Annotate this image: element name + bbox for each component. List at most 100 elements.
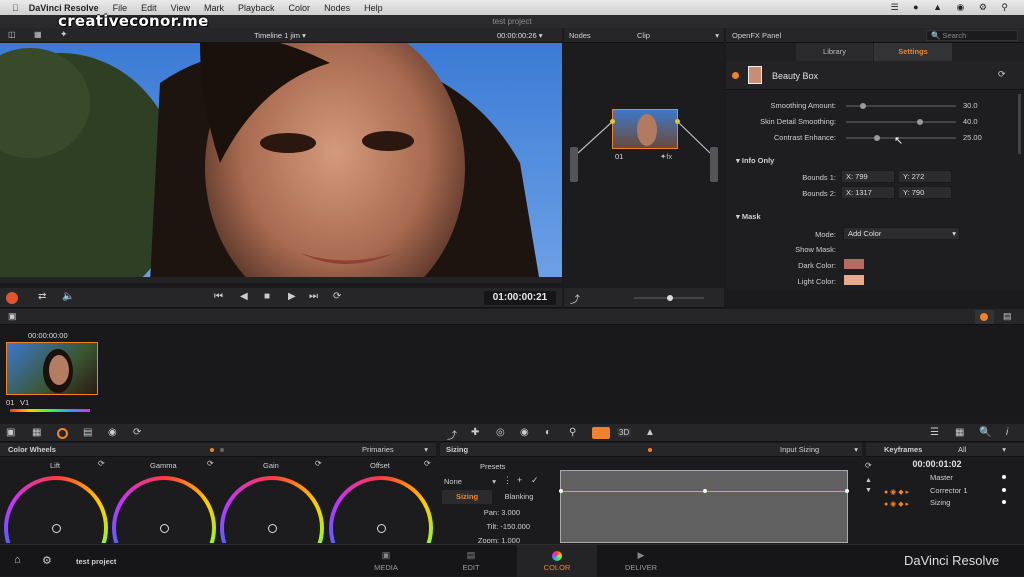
zoom-icon[interactable]: 🔍 <box>979 427 991 438</box>
track-sizing[interactable]: Sizing <box>930 498 950 507</box>
gamma-wheel[interactable] <box>112 476 216 543</box>
mode-select[interactable]: Add Color ▾ <box>843 227 960 240</box>
keyframe-options-icon[interactable]: ☰ <box>930 427 939 438</box>
sizing-mode-select[interactable]: Input Sizing ▾ <box>780 445 858 454</box>
magic-wand-icon[interactable]: ✦ <box>60 29 68 40</box>
keyframe-marker-corrector[interactable] <box>1002 488 1006 492</box>
dark-color-swatch[interactable] <box>844 259 864 269</box>
status-icons[interactable]: ☰ ● ▲ ◉ ⚙ ⚲ <box>891 2 1014 13</box>
keyframes-filter[interactable]: All ▾ <box>958 445 1006 454</box>
shuffle-icon[interactable]: ⇄ <box>38 291 46 302</box>
gallery-icon[interactable]: ▣ <box>8 311 17 322</box>
menu-file[interactable]: File <box>113 3 128 13</box>
openfx-search-input[interactable]: 🔍 Search <box>926 30 1018 41</box>
viewer-image[interactable] <box>0 43 562 283</box>
tilt-value[interactable]: Tilt: -150.000 <box>440 522 531 531</box>
section-mask[interactable]: ▾ Mask <box>736 212 761 221</box>
tab-library[interactable]: Library <box>796 43 873 61</box>
eyedropper-icon[interactable]: ⤴ <box>570 291 580 306</box>
keyframe-up-icon[interactable]: ▲ <box>865 477 872 484</box>
track-corrector-1[interactable]: Corrector 1 <box>930 486 968 495</box>
reset-icon[interactable]: ⟳ <box>998 69 1006 80</box>
keyframe-down-icon[interactable]: ▼ <box>865 487 872 494</box>
corrector-dot-icon[interactable]: ● ◉ ◆ ▸ <box>884 488 909 496</box>
3d-icon[interactable]: 3D <box>617 428 632 437</box>
tab-sizing[interactable]: Sizing <box>442 490 492 504</box>
menu-view[interactable]: View <box>171 3 190 13</box>
wheels-mode-select[interactable]: Primaries ▾ <box>362 445 428 454</box>
page-dot-2[interactable] <box>220 448 224 452</box>
resolve-logo-icon[interactable] <box>6 292 18 304</box>
bounds2-x[interactable]: X: 1317 <box>841 186 895 199</box>
timeline-selector[interactable]: Timeline 1 jim ▾ <box>254 31 306 40</box>
play-icon[interactable]: ▶ <box>288 291 296 302</box>
smoothing-slider[interactable] <box>846 103 956 109</box>
gain-wheel[interactable] <box>220 476 324 543</box>
volume-icon[interactable]: 🔈 <box>62 291 74 302</box>
node-zoom-slider[interactable] <box>634 295 704 301</box>
node-in-dot[interactable] <box>610 119 615 124</box>
window-icon[interactable]: ◎ <box>496 427 505 438</box>
menu-edit[interactable]: Edit <box>141 3 157 13</box>
keyframe-sync-icon[interactable]: ⟳ <box>865 461 872 470</box>
bounds1-x[interactable]: X: 799 <box>841 170 895 183</box>
reset-grade-icon[interactable]: ⟳ <box>133 427 141 438</box>
sizing-icon[interactable] <box>592 427 610 439</box>
openfx-scrollbar[interactable] <box>1018 94 1021 154</box>
color-mode-button[interactable] <box>975 310 994 324</box>
skin-detail-slider[interactable] <box>846 119 956 125</box>
menu-playback[interactable]: Playback <box>238 3 275 13</box>
sizing-dot-icon[interactable]: ● ◉ ◆ ▸ <box>884 500 909 508</box>
node-output[interactable] <box>710 147 718 182</box>
apply-preset-icon[interactable]: ✓ <box>531 475 539 486</box>
reset-lift-icon[interactable]: ⟳ <box>98 459 105 468</box>
bounds1-y[interactable]: Y: 272 <box>898 170 952 183</box>
menu-help[interactable]: Help <box>364 3 383 13</box>
grid-icon[interactable]: ▦ <box>34 30 42 39</box>
preset-select[interactable]: None ▾ <box>444 477 496 486</box>
viewer-mode-icon[interactable]: ◫ <box>8 30 16 39</box>
page-dot-1[interactable] <box>210 448 214 452</box>
go-to-start-icon[interactable]: ⏮ <box>214 291 223 302</box>
pan-value[interactable]: Pan: 3.000 <box>440 508 520 517</box>
lift-wheel[interactable] <box>4 476 108 543</box>
curves-icon[interactable]: ⤴ <box>447 427 457 442</box>
camera-raw-icon[interactable]: ▣ <box>6 427 15 438</box>
clip-selector[interactable]: Clip ▾ <box>637 31 719 40</box>
home-icon[interactable]: ⌂ <box>14 554 21 566</box>
qualifier-icon[interactable]: ✚ <box>471 427 479 438</box>
loop-icon[interactable]: ⟳ <box>333 291 341 302</box>
menu-nodes[interactable]: Nodes <box>324 3 350 13</box>
param-value-contrast[interactable]: 25.00 <box>963 133 982 142</box>
rgb-mixer-icon[interactable]: ▤ <box>83 427 92 438</box>
color-wheels-icon[interactable] <box>57 428 68 439</box>
reset-gamma-icon[interactable]: ⟳ <box>207 459 214 468</box>
timeline-view-icon[interactable]: ▤ <box>1003 311 1012 322</box>
plugin-enable-dot[interactable] <box>732 72 739 79</box>
tab-media[interactable]: ▣ MEDIA <box>355 545 417 577</box>
tab-deliver[interactable]: ▶ DELIVER <box>610 545 672 577</box>
viewer-timecode-top[interactable]: 00:00:00:26 ▾ <box>497 31 542 40</box>
param-value-skin-detail[interactable]: 40.0 <box>963 117 978 126</box>
menu-app-name[interactable]: DaVinci Resolve <box>29 3 99 13</box>
keyframe-marker-master[interactable] <box>1002 475 1006 479</box>
keyframe-marker-sizing[interactable] <box>1002 500 1006 504</box>
sizing-handle-center[interactable] <box>703 489 707 493</box>
motion-effects-icon[interactable]: ◉ <box>108 427 117 438</box>
stop-icon[interactable]: ■ <box>264 291 270 302</box>
track-master[interactable]: Master <box>930 473 953 482</box>
tab-edit[interactable]: ▤ EDIT <box>440 545 502 577</box>
param-value-smoothing[interactable]: 30.0 <box>963 101 978 110</box>
add-preset-icon[interactable]: + <box>517 475 522 485</box>
sizing-preview[interactable] <box>559 470 849 543</box>
menu-color[interactable]: Color <box>289 3 311 13</box>
reset-offset-icon[interactable]: ⟳ <box>424 459 431 468</box>
settings-icon[interactable]: ⚙ <box>42 554 52 567</box>
blur-icon[interactable]: ◐ <box>545 427 551 438</box>
reset-gain-icon[interactable]: ⟳ <box>315 459 322 468</box>
node-01[interactable] <box>612 109 678 149</box>
sizing-handle-right[interactable] <box>845 489 849 493</box>
sizing-page-dot[interactable] <box>648 448 652 452</box>
tab-settings[interactable]: Settings <box>874 43 952 61</box>
preset-menu-icon[interactable]: ⋮ <box>503 475 512 486</box>
